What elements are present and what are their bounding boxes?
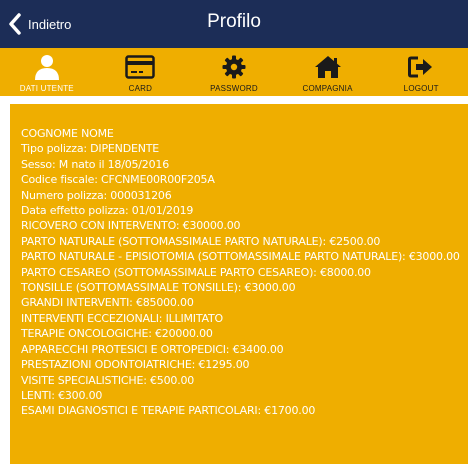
coverage-item: VISITE SPECIALISTICHE: €500.00 [21,373,195,387]
tab-card[interactable]: CARD [94,48,188,96]
logout-icon [408,53,434,81]
coverage-item: PRESTAZIONI ODONTOIATRICHE: €1295.00 [21,358,250,372]
tab-label: COMPAGNIA [302,84,353,93]
tab-logout[interactable]: LOGOUT [374,48,468,96]
page-title: Profilo [207,11,261,32]
policy-number: Numero polizza: 000031206 [21,188,172,202]
profile-details-panel: COGNOME NOME Tipo polizza: DIPENDENTE Se… [10,104,468,464]
tab-dati-utente[interactable]: DATI UTENTE [0,48,94,96]
coverage-item: APPARECCHI PROTESICI E ORTOPEDICI: €3400… [21,342,284,356]
coverage-item: TERAPIE ONCOLOGICHE: €20000.00 [21,327,213,341]
policy-type: Tipo polizza: DIPENDENTE [21,142,160,156]
tab-label: CARD [128,84,153,93]
coverage-item: GRANDI INTERVENTI: €85000.00 [21,296,194,310]
user-icon [33,53,61,81]
tab-label: LOGOUT [403,84,439,93]
coverage-item: LENTI: €300.00 [21,388,103,402]
tab-compagnia[interactable]: COMPAGNIA [281,48,375,96]
profile-name: COGNOME NOME [21,127,114,140]
tab-bar: DATI UTENTE CARD PASSWORD COMPAGNIA LOGO… [0,48,468,96]
coverage-item: RICOVERO CON INTERVENTO: €30000.00 [21,219,241,233]
home-icon [314,53,342,81]
fiscal-code: Codice fiscale: CFCNME00R00F205A [21,173,215,187]
card-icon [125,53,156,81]
coverage-item: ESAMI DIAGNOSTICI E TERAPIE PARTICOLARI:… [21,404,316,418]
tab-label: PASSWORD [210,84,258,93]
coverage-item: PARTO CESAREO (SOTTOMASSIMALE PARTO CESA… [21,265,371,279]
gear-icon [222,53,246,81]
coverage-item: TONSILLE (SOTTOMASSIMALE TONSILLE): €300… [21,281,296,295]
tab-label: DATI UTENTE [19,84,74,93]
coverage-item: PARTO NATURALE (SOTTOMASSIMALE PARTO NAT… [21,234,381,248]
sex-birthdate: Sesso: M nato il 18/05/2016 [21,157,169,171]
coverage-item: PARTO NATURALE - EPISIOTOMIA (SOTTOMASSI… [21,250,460,264]
profile-details-list: COGNOME NOME Tipo polizza: DIPENDENTE Se… [21,126,468,419]
coverage-item: INTERVENTI ECCEZIONALI: ILLIMITATO [21,311,223,325]
top-app-bar: Indietro Profilo [0,0,468,48]
tab-password[interactable]: PASSWORD [187,48,281,96]
policy-effective-date: Data effetto polizza: 01/01/2019 [21,204,194,218]
